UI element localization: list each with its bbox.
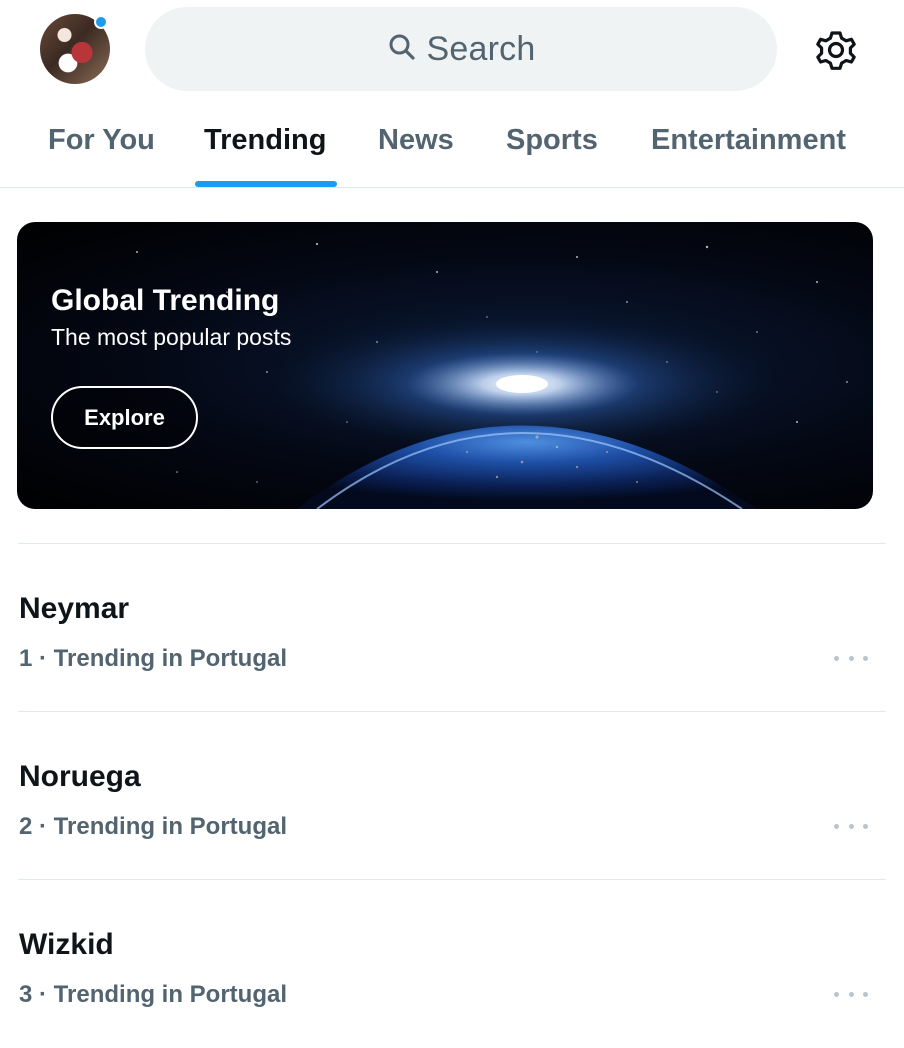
tab-entertainment[interactable]: Entertainment [651, 124, 846, 157]
tab-sports[interactable]: Sports [506, 124, 598, 157]
banner-subtitle: The most popular posts [51, 324, 292, 350]
trend-context: 3 · Trending in Portugal [19, 981, 288, 1008]
search-placeholder: Search [426, 29, 536, 68]
divider [18, 543, 886, 544]
trend-item[interactable]: Noruega 2 · Trending in Portugal [0, 720, 904, 880]
trend-context: 1 · Trending in Portugal [19, 645, 288, 672]
trend-title: Noruega [19, 760, 141, 793]
search-bar[interactable]: Search [145, 7, 777, 91]
global-trending-banner[interactable]: Global Trending The most popular posts E… [17, 222, 873, 509]
trend-title: Wizkid [19, 928, 114, 961]
notification-dot [94, 15, 108, 29]
search-icon [387, 32, 417, 67]
active-tab-indicator [195, 181, 337, 187]
gear-icon[interactable] [812, 26, 860, 74]
explore-button[interactable]: Explore [51, 386, 198, 449]
trend-title: Neymar [19, 592, 130, 625]
tab-trending[interactable]: Trending [204, 124, 326, 157]
banner-title: Global Trending [51, 284, 280, 317]
tab-news[interactable]: News [378, 124, 454, 157]
earth-from-space-image [136, 242, 848, 509]
trend-item[interactable]: Neymar 1 · Trending in Portugal [0, 552, 904, 712]
more-options-icon[interactable] [834, 816, 868, 836]
divider [18, 711, 886, 712]
more-options-icon[interactable] [834, 648, 868, 668]
tab-for-you[interactable]: For You [48, 124, 155, 157]
more-options-icon[interactable] [834, 984, 868, 1004]
top-bar: Search [0, 0, 904, 100]
tab-bar: For You Trending News Sports Entertainme… [0, 110, 904, 188]
trend-item[interactable]: Wizkid 3 · Trending in Portugal [0, 888, 904, 1048]
divider [18, 879, 886, 880]
trend-context: 2 · Trending in Portugal [19, 813, 288, 840]
